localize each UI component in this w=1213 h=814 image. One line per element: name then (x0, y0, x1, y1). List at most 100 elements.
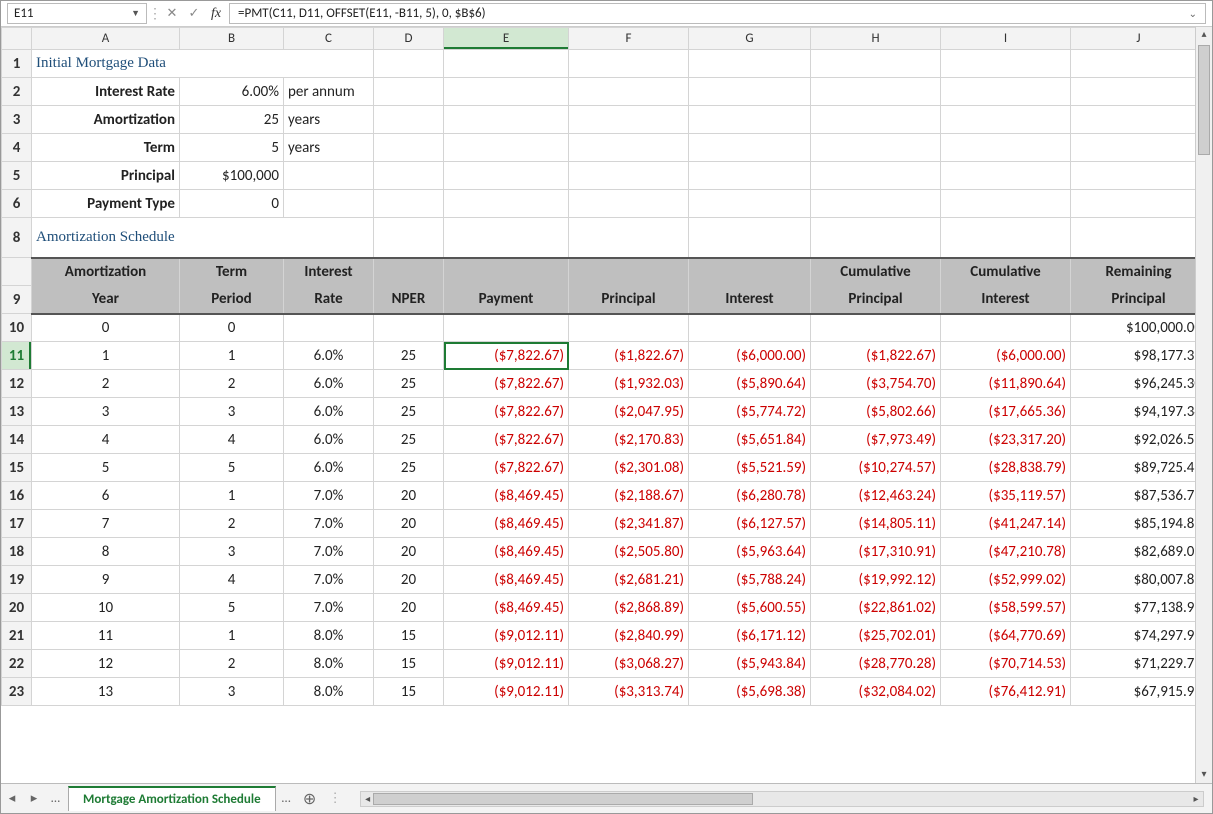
cell-J2[interactable] (1071, 78, 1207, 106)
cell-H13[interactable]: ($5,802.66) (811, 398, 941, 426)
cell-D1[interactable] (374, 50, 444, 78)
cell-I16[interactable]: ($35,119.57) (941, 482, 1071, 510)
cell-D3[interactable] (374, 106, 444, 134)
row-header-14[interactable]: 14 (2, 426, 32, 454)
cell-A18[interactable]: 8 (32, 538, 180, 566)
cell-C19[interactable]: 7.0% (284, 566, 374, 594)
cell-J11[interactable]: $98,177.33 (1071, 342, 1207, 370)
cell-F13[interactable]: ($2,047.95) (569, 398, 689, 426)
cell-F16[interactable]: ($2,188.67) (569, 482, 689, 510)
cell-C4[interactable]: years (284, 134, 374, 162)
cell-A6[interactable]: Payment Type (32, 190, 180, 218)
cell-E1[interactable] (444, 50, 569, 78)
name-box[interactable]: E11 ▼ (7, 3, 147, 24)
cell-B17[interactable]: 2 (180, 510, 284, 538)
cell-B3[interactable]: 25 (180, 106, 284, 134)
cell-I22[interactable]: ($70,714.53) (941, 650, 1071, 678)
cell-F11[interactable]: ($1,822.67) (569, 342, 689, 370)
cell-G22[interactable]: ($5,943.84) (689, 650, 811, 678)
cell-H18[interactable]: ($17,310.91) (811, 538, 941, 566)
cell-E19[interactable]: ($8,469.45) (444, 566, 569, 594)
cell-F23[interactable]: ($3,313.74) (569, 678, 689, 706)
hdr-F2[interactable]: Principal (569, 286, 689, 314)
hdr-I1[interactable]: Cumulative (941, 258, 1071, 286)
cell-A5[interactable]: Principal (32, 162, 180, 190)
row-header-9a[interactable] (2, 258, 32, 286)
hdr-C1[interactable]: Interest (284, 258, 374, 286)
hdr-D2[interactable]: NPER (374, 286, 444, 314)
cell-G17[interactable]: ($6,127.57) (689, 510, 811, 538)
cell-F15[interactable]: ($2,301.08) (569, 454, 689, 482)
cell-G13[interactable]: ($5,774.72) (689, 398, 811, 426)
cell-D15[interactable]: 25 (374, 454, 444, 482)
hdr-B2[interactable]: Period (180, 286, 284, 314)
col-header-D[interactable]: D (374, 28, 444, 50)
cell-I6[interactable] (941, 190, 1071, 218)
cell-B22[interactable]: 2 (180, 650, 284, 678)
cell-J23[interactable]: $67,915.98 (1071, 678, 1207, 706)
cell-G6[interactable] (689, 190, 811, 218)
cell-D20[interactable]: 20 (374, 594, 444, 622)
hscroll-thumb[interactable] (373, 793, 753, 805)
cell-E20[interactable]: ($8,469.45) (444, 594, 569, 622)
cell-J3[interactable] (1071, 106, 1207, 134)
col-header-B[interactable]: B (180, 28, 284, 50)
cell-B11[interactable]: 1 (180, 342, 284, 370)
cell-J17[interactable]: $85,194.89 (1071, 510, 1207, 538)
cell-G20[interactable]: ($5,600.55) (689, 594, 811, 622)
row-header-22[interactable]: 22 (2, 650, 32, 678)
cell-B19[interactable]: 4 (180, 566, 284, 594)
cell-D23[interactable]: 15 (374, 678, 444, 706)
cell-A3[interactable]: Amortization (32, 106, 180, 134)
expand-icon[interactable]: ⌄ (1189, 7, 1197, 20)
cell-A8[interactable]: Amortization Schedule (32, 218, 374, 258)
cell-D10[interactable] (374, 314, 444, 342)
cell-A16[interactable]: 6 (32, 482, 180, 510)
hdr-E1[interactable] (444, 258, 569, 286)
cell-B20[interactable]: 5 (180, 594, 284, 622)
cell-E23[interactable]: ($9,012.11) (444, 678, 569, 706)
cell-J16[interactable]: $87,536.76 (1071, 482, 1207, 510)
cell-I18[interactable]: ($47,210.78) (941, 538, 1071, 566)
cell-F22[interactable]: ($3,068.27) (569, 650, 689, 678)
cell-G16[interactable]: ($6,280.78) (689, 482, 811, 510)
horizontal-scrollbar[interactable]: ◂ ▸ (360, 791, 1204, 807)
cell-I12[interactable]: ($11,890.64) (941, 370, 1071, 398)
cell-D18[interactable]: 20 (374, 538, 444, 566)
cell-D19[interactable]: 20 (374, 566, 444, 594)
cell-B6[interactable]: 0 (180, 190, 284, 218)
cell-E11[interactable]: ($7,822.67) (444, 342, 569, 370)
cell-A22[interactable]: 12 (32, 650, 180, 678)
row-header-20[interactable]: 20 (2, 594, 32, 622)
spreadsheet-grid[interactable]: A B C D E F G H I J 1 Initial Mortgage D… (1, 27, 1212, 777)
cell-A1[interactable]: Initial Mortgage Data (32, 50, 374, 78)
cell-E16[interactable]: ($8,469.45) (444, 482, 569, 510)
cell-F6[interactable] (569, 190, 689, 218)
row-header-6[interactable]: 6 (2, 190, 32, 218)
cell-A10[interactable]: 0 (32, 314, 180, 342)
cell-H22[interactable]: ($28,770.28) (811, 650, 941, 678)
cell-H2[interactable] (811, 78, 941, 106)
hdr-G2[interactable]: Interest (689, 286, 811, 314)
hdr-E2[interactable]: Payment (444, 286, 569, 314)
formula-input[interactable]: =PMT(C11, D11, OFFSET(E11, -B11, 5), 0, … (229, 3, 1206, 24)
cell-A21[interactable]: 11 (32, 622, 180, 650)
row-header-9[interactable]: 9 (2, 286, 32, 314)
cell-C21[interactable]: 8.0% (284, 622, 374, 650)
cell-G8[interactable] (689, 218, 811, 258)
cell-A14[interactable]: 4 (32, 426, 180, 454)
accept-icon[interactable]: ✓ (183, 1, 205, 26)
cell-C5[interactable] (284, 162, 374, 190)
cell-C15[interactable]: 6.0% (284, 454, 374, 482)
cell-H23[interactable]: ($32,084.02) (811, 678, 941, 706)
cell-F8[interactable] (569, 218, 689, 258)
cell-G12[interactable]: ($5,890.64) (689, 370, 811, 398)
cell-H6[interactable] (811, 190, 941, 218)
cell-D21[interactable]: 15 (374, 622, 444, 650)
row-header-23[interactable]: 23 (2, 678, 32, 706)
cell-E3[interactable] (444, 106, 569, 134)
cell-J14[interactable]: $92,026.51 (1071, 426, 1207, 454)
cell-D2[interactable] (374, 78, 444, 106)
cell-D5[interactable] (374, 162, 444, 190)
cell-G14[interactable]: ($5,651.84) (689, 426, 811, 454)
